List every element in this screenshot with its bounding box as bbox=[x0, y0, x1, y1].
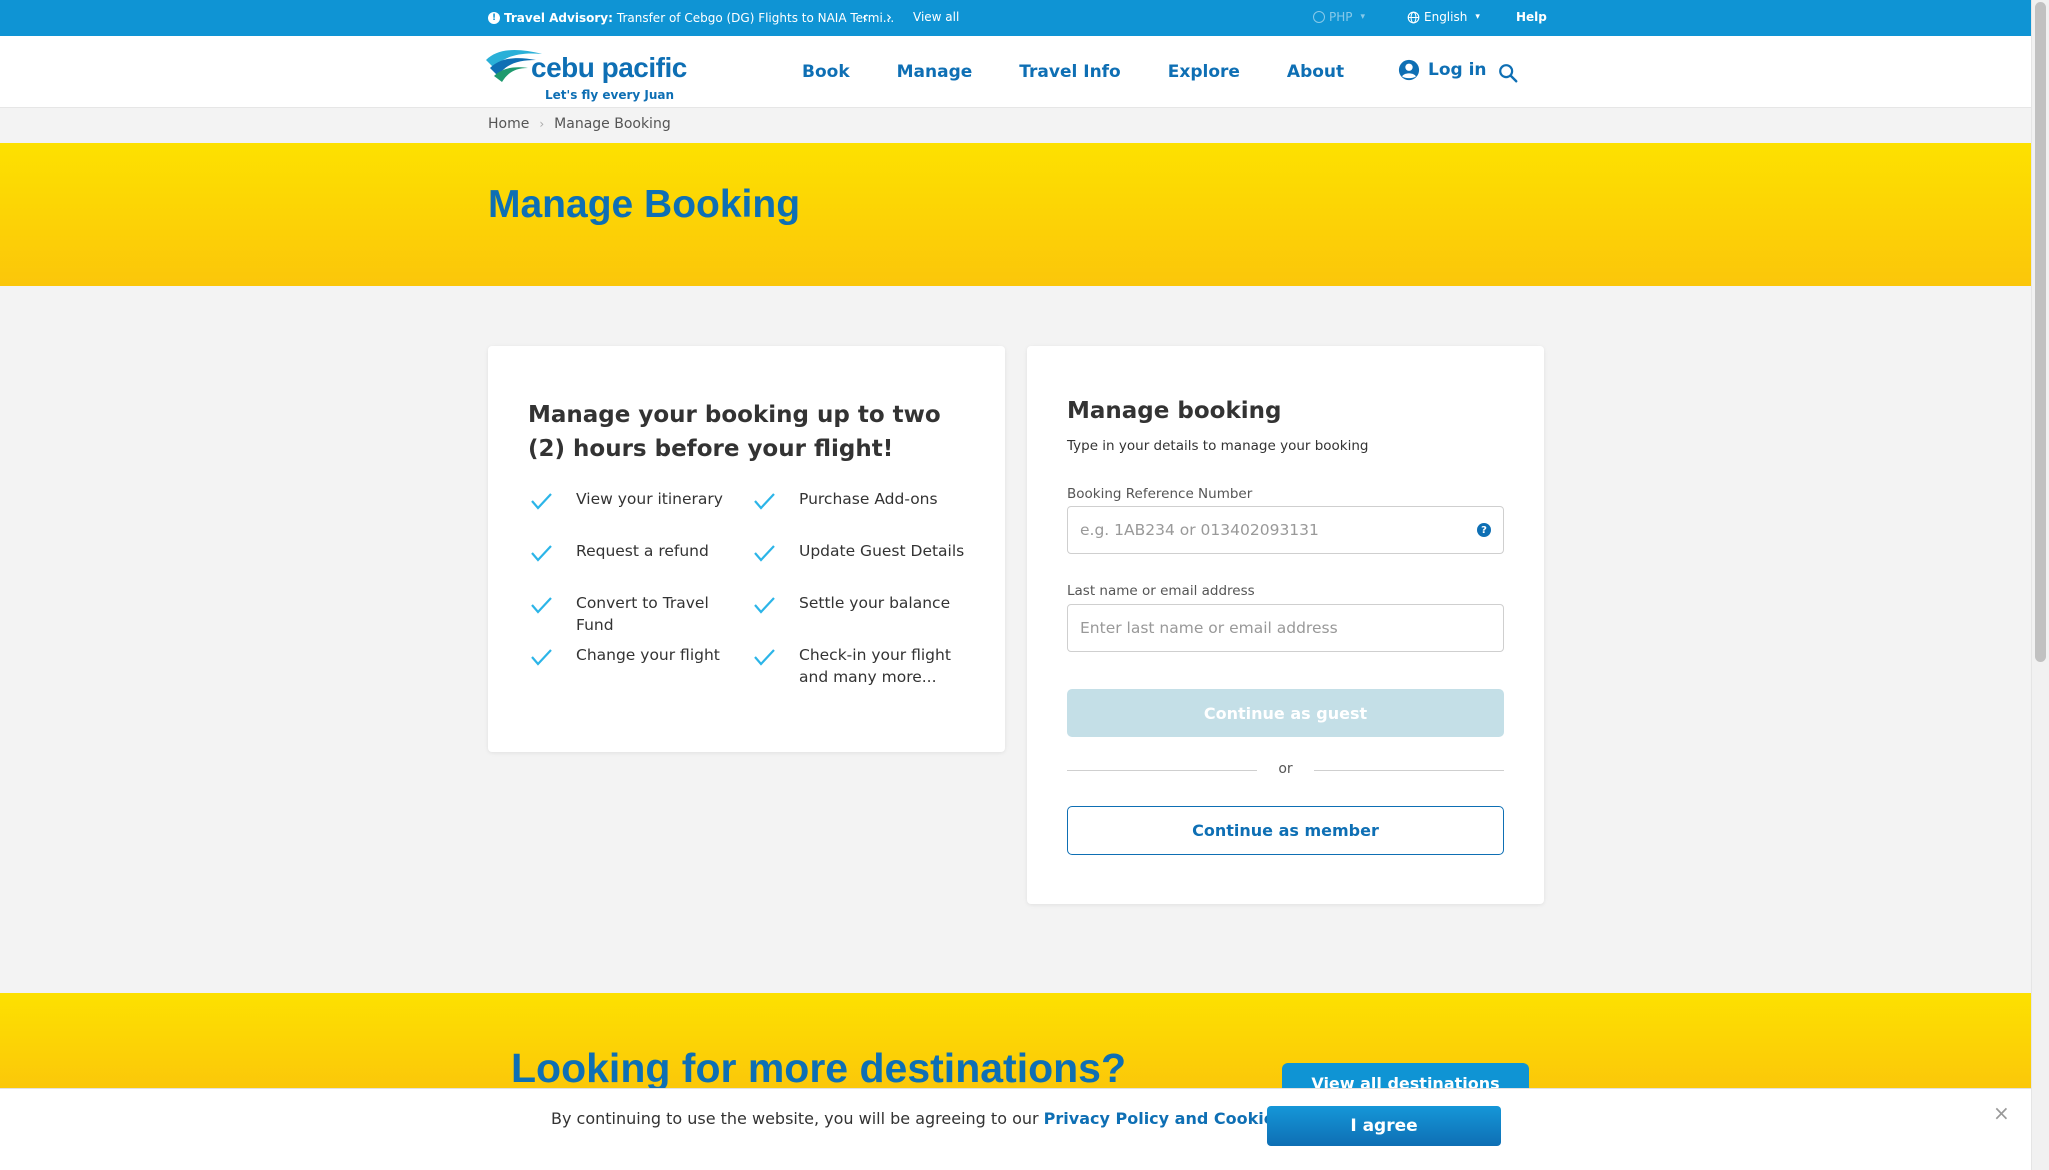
question-icon[interactable]: ? bbox=[1477, 523, 1491, 537]
benefit-item: Check-in your flight and many more... bbox=[751, 644, 951, 688]
nav-about[interactable]: About bbox=[1287, 62, 1344, 82]
benefit-item: Settle your balance bbox=[751, 592, 966, 618]
currency-icon bbox=[1313, 11, 1325, 23]
continue-as-guest-button[interactable]: Continue as guest bbox=[1067, 689, 1504, 737]
advisory-view-all-link[interactable]: View all bbox=[913, 10, 959, 24]
benefit-item: Update Guest Details bbox=[751, 540, 966, 566]
chevron-down-icon: ▾ bbox=[1475, 12, 1480, 22]
or-label: or bbox=[1278, 761, 1293, 777]
benefit-item: Request a refund bbox=[528, 540, 743, 566]
breadcrumb: Home › Manage Booking bbox=[488, 116, 671, 132]
benefit-label: View your itinerary bbox=[576, 490, 723, 508]
login-label: Log in bbox=[1428, 60, 1487, 80]
check-icon bbox=[754, 493, 775, 510]
or-divider: or bbox=[1067, 760, 1504, 780]
advisory-ticker[interactable]: ! Travel Advisory: Transfer of Cebgo (DG… bbox=[488, 11, 894, 25]
nav-explore[interactable]: Explore bbox=[1168, 62, 1240, 82]
benefit-label: Update Guest Details bbox=[799, 542, 965, 560]
language-label: English bbox=[1424, 10, 1468, 24]
benefits-title: Manage your booking up to two (2) hours … bbox=[528, 402, 941, 462]
help-link[interactable]: Help bbox=[1516, 10, 1547, 24]
page-hero: Manage Booking bbox=[0, 143, 2031, 286]
currency-label: PHP bbox=[1329, 10, 1353, 24]
cookie-banner: By continuing to use the website, you wi… bbox=[0, 1088, 2031, 1170]
globe-icon bbox=[1407, 11, 1420, 23]
advisory-text[interactable]: Transfer of Cebgo (DG) Flights to NAIA T… bbox=[617, 11, 894, 25]
chevron-down-icon: ▾ bbox=[1360, 12, 1366, 22]
page-scrollbar[interactable] bbox=[2031, 0, 2049, 1170]
cookie-agree-button[interactable]: I agree bbox=[1267, 1106, 1501, 1146]
benefit-label: Request a refund bbox=[576, 542, 709, 560]
cookie-message: By continuing to use the website, you wi… bbox=[551, 1109, 1334, 1128]
lastname-label: Last name or email address bbox=[1067, 583, 1255, 599]
advisory-bar: ! Travel Advisory: Transfer of Cebgo (DG… bbox=[0, 0, 2031, 36]
destinations-banner: Looking for more destinations? View all … bbox=[0, 993, 2031, 1093]
destinations-title: Looking for more destinations? bbox=[511, 1045, 1127, 1091]
nav-travel-info[interactable]: Travel Info bbox=[1019, 62, 1120, 82]
search-icon[interactable] bbox=[1497, 62, 1519, 84]
benefit-item: Change your flight bbox=[528, 644, 743, 670]
logo-tagline: Let's fly every Juan bbox=[545, 88, 675, 102]
lastname-field-wrapper bbox=[1067, 604, 1504, 652]
nav-book[interactable]: Book bbox=[802, 62, 850, 82]
check-icon bbox=[531, 649, 552, 666]
manage-booking-form: Manage booking Type in your details to m… bbox=[1027, 346, 1544, 904]
benefit-item: View your itinerary bbox=[528, 488, 743, 514]
check-icon bbox=[754, 545, 775, 562]
check-icon bbox=[531, 545, 552, 562]
benefit-label: Check-in your flight and many more... bbox=[799, 646, 951, 686]
cebu-pacific-logo[interactable]: cebu pacific Let's fly every Juan bbox=[484, 42, 687, 104]
user-circle-icon bbox=[1398, 59, 1420, 81]
language-selector[interactable]: English ▾ bbox=[1407, 10, 1480, 24]
currency-selector[interactable]: PHP ▾ bbox=[1313, 10, 1365, 24]
breadcrumb-home[interactable]: Home bbox=[488, 116, 529, 132]
check-icon bbox=[754, 597, 775, 614]
breadcrumb-current: Manage Booking bbox=[554, 116, 671, 132]
benefit-item: Purchase Add-ons bbox=[751, 488, 966, 514]
page-title: Manage Booking bbox=[488, 183, 801, 226]
benefit-item: Convert to Travel Fund bbox=[528, 592, 743, 636]
check-icon bbox=[531, 493, 552, 510]
lastname-input[interactable] bbox=[1080, 619, 1491, 637]
logo-brand-text: cebu pacific bbox=[531, 52, 687, 83]
benefit-label: Purchase Add-ons bbox=[799, 490, 938, 508]
advisory-label: Travel Advisory: bbox=[504, 11, 613, 25]
benefit-label: Change your flight bbox=[576, 646, 720, 664]
nav-manage[interactable]: Manage bbox=[897, 62, 973, 82]
booking-ref-input[interactable] bbox=[1080, 521, 1477, 539]
benefit-label: Settle your balance bbox=[799, 594, 951, 612]
check-icon bbox=[531, 597, 552, 614]
check-icon bbox=[754, 649, 775, 666]
cookie-message-text: By continuing to use the website, you wi… bbox=[551, 1109, 1039, 1128]
chevron-right-icon: › bbox=[539, 117, 545, 131]
login-button[interactable]: Log in bbox=[1398, 59, 1487, 81]
form-title: Manage booking bbox=[1067, 398, 1282, 424]
advisory-prev-button[interactable]: ‹ bbox=[862, 8, 868, 26]
main-nav: Book Manage Travel Info Explore About bbox=[802, 62, 1391, 82]
form-subtitle: Type in your details to manage your book… bbox=[1067, 438, 1369, 454]
benefits-card: Manage your booking up to two (2) hours … bbox=[488, 346, 1005, 752]
scrollbar-thumb[interactable] bbox=[2035, 2, 2046, 662]
advisory-next-button[interactable]: › bbox=[886, 8, 892, 26]
continue-as-member-button[interactable]: Continue as member bbox=[1067, 806, 1504, 855]
divider-line bbox=[1314, 770, 1504, 771]
benefit-label: Convert to Travel Fund bbox=[576, 594, 709, 634]
info-icon: ! bbox=[488, 12, 500, 24]
booking-ref-field-wrapper: ? bbox=[1067, 506, 1504, 554]
booking-ref-label: Booking Reference Number bbox=[1067, 486, 1253, 502]
close-icon[interactable]: × bbox=[1993, 1101, 2010, 1125]
main-header: cebu pacific Let's fly every Juan Book M… bbox=[0, 36, 2031, 108]
